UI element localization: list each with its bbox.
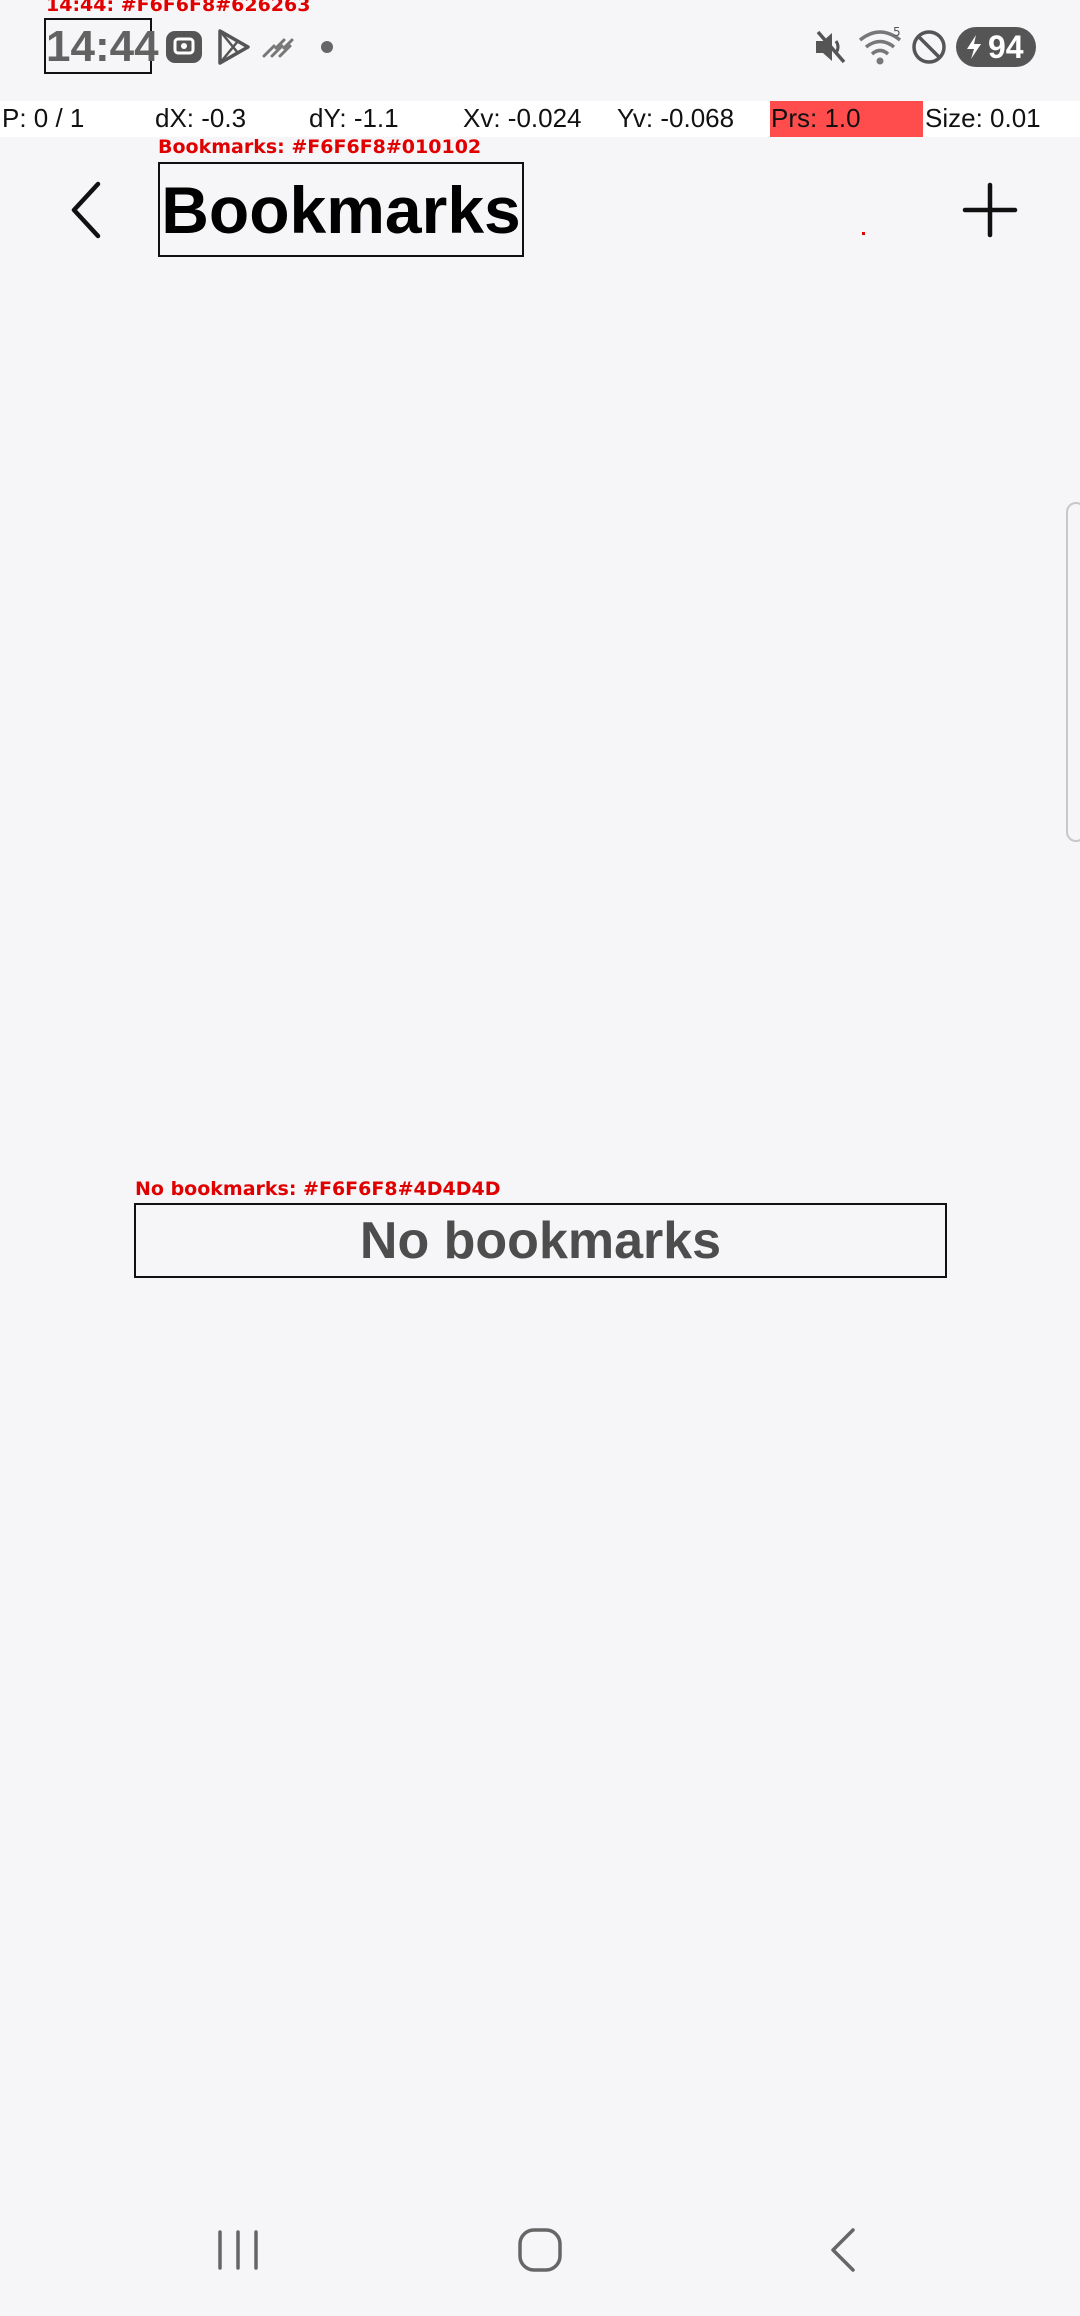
pointer-dy: dY: -1.1 xyxy=(309,103,399,133)
pointer-size: Size: 0.01 xyxy=(925,103,1041,133)
wifi-icon: 5 xyxy=(858,25,904,71)
battery-bolt-icon xyxy=(967,35,981,59)
pointer-xv: Xv: -0.024 xyxy=(463,103,582,133)
dot-icon xyxy=(321,41,333,53)
mute-icon xyxy=(812,28,848,71)
battery-level: 94 xyxy=(988,29,1024,65)
pointer-count: P: 0 / 1 xyxy=(2,103,85,133)
page-title: Bookmarks xyxy=(158,162,524,257)
recents-button[interactable] xyxy=(193,2205,283,2295)
back-icon xyxy=(831,2228,855,2272)
home-icon xyxy=(518,2228,562,2272)
title-annotation: Bookmarks: #F6F6F8#010102 xyxy=(158,136,482,158)
pointer-yv: Yv: -0.068 xyxy=(617,103,735,133)
back-button[interactable] xyxy=(48,170,128,250)
pointer-dx: dX: -0.3 xyxy=(155,103,247,133)
pointer-pressure: Prs: 1.0 xyxy=(771,103,861,133)
empty-state-message: No bookmarks xyxy=(134,1203,947,1278)
time-annotation: 14:44: #F6F6F8#626263 xyxy=(46,0,311,16)
battery-indicator: 94 xyxy=(956,27,1036,67)
back-chevron-icon xyxy=(71,181,101,239)
home-button[interactable] xyxy=(495,2205,585,2295)
haze-icon xyxy=(262,36,296,63)
do-not-disturb-icon xyxy=(911,29,947,70)
empty-annotation: No bookmarks: #F6F6F8#4D4D4D xyxy=(135,1178,501,1200)
photo-notification-icon xyxy=(164,27,204,72)
scroll-handle[interactable] xyxy=(1066,502,1080,842)
touch-point-dot xyxy=(862,232,865,235)
play-store-icon xyxy=(216,28,252,71)
system-back-button[interactable] xyxy=(798,2205,888,2295)
svg-text:5: 5 xyxy=(893,26,901,39)
plus-icon xyxy=(962,182,1018,238)
recents-icon xyxy=(218,2230,258,2270)
pointer-location-bar: P: 0 / 1 dX: -0.3 dY: -1.1 Xv: -0.024 Yv… xyxy=(0,101,1080,137)
status-time: 14:44 xyxy=(44,18,159,74)
add-bookmark-button[interactable] xyxy=(950,170,1030,250)
